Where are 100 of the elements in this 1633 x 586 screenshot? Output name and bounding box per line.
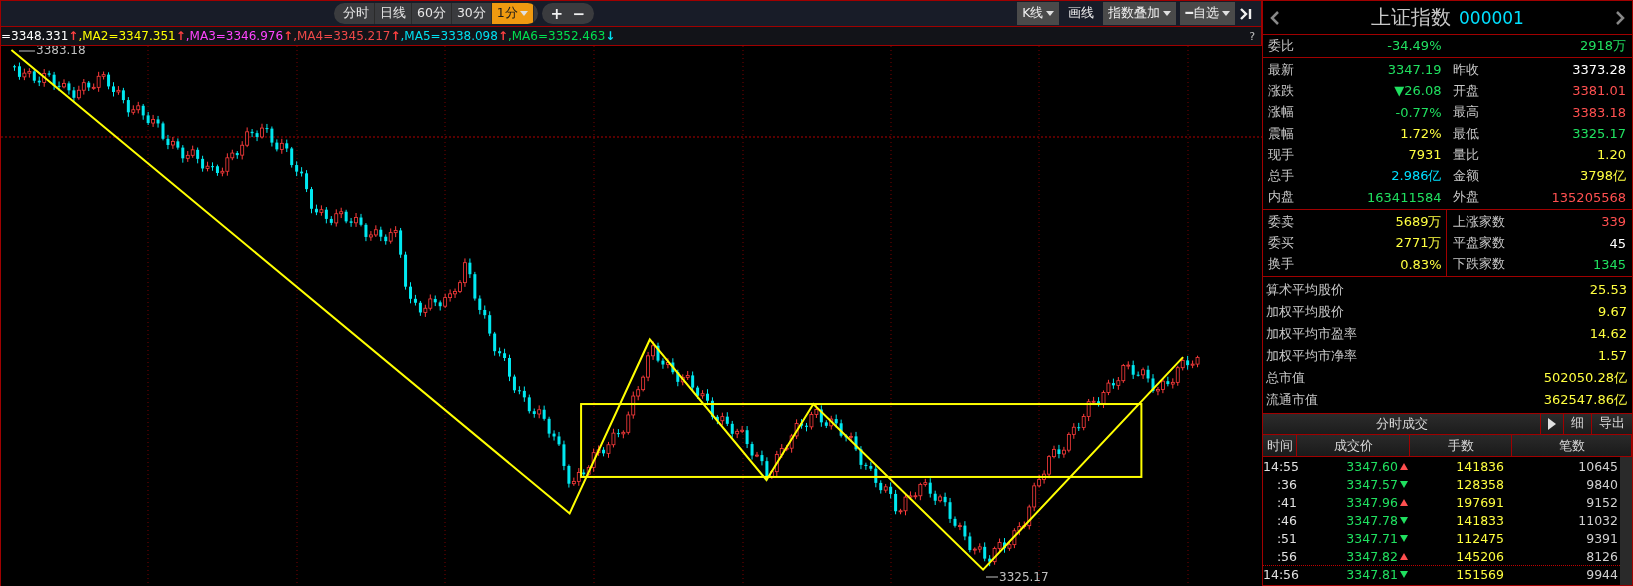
quote-label: 最新	[1268, 60, 1294, 79]
table-cell-text: 9391	[1585, 530, 1619, 546]
stat-value: 25.53	[1589, 282, 1627, 298]
table-cell: 14:56	[1263, 566, 1297, 582]
zoom-in-button[interactable]: +	[545, 3, 568, 24]
collapse-panel-icon[interactable]	[1239, 6, 1253, 21]
quote-value: -34.49%	[1387, 38, 1442, 54]
quote-label: 最高	[1452, 103, 1479, 122]
stat-label: 加权平均市净率	[1266, 346, 1357, 365]
period-tab[interactable]: 日线	[375, 3, 412, 24]
chevron-right-icon[interactable]	[1614, 9, 1626, 26]
caret-icon	[519, 11, 528, 16]
quote-value: 0.83%	[1400, 256, 1442, 272]
export-button[interactable]: 导出	[1591, 413, 1632, 434]
stat-value: 502050.28亿	[1543, 368, 1627, 387]
table-cell: 3347.78	[1346, 512, 1398, 528]
stat-value: 1.57	[1598, 348, 1627, 364]
period-tab[interactable]: 30分	[451, 3, 492, 24]
quote-label: 委买	[1268, 234, 1294, 252]
quote-label: 委卖	[1268, 212, 1294, 231]
quote-label: 金额	[1452, 167, 1479, 186]
index-code: 000001	[1459, 8, 1524, 28]
down-triangle-icon	[1400, 570, 1408, 578]
quote-value: 1345	[1592, 256, 1626, 272]
table-cell-text: :56	[1275, 548, 1297, 564]
help-icon[interactable]: ?	[1249, 29, 1255, 43]
quote-value: 7931	[1408, 147, 1442, 163]
table-cell-text: 141836	[1455, 458, 1505, 474]
toolbar-button[interactable]: ━自选	[1180, 2, 1235, 25]
quote-value: 1.20	[1597, 147, 1626, 163]
table-cell: 14:55	[1263, 458, 1297, 474]
zoom-out-button[interactable]: −	[567, 3, 590, 24]
up-triangle-icon	[1400, 552, 1408, 560]
trend-arrow: ↑	[497, 29, 508, 43]
scrollbar[interactable]	[1620, 456, 1632, 585]
quote-label: 下跌家数	[1452, 255, 1505, 274]
down-triangle-icon	[1400, 480, 1408, 488]
quote-value: 339	[1601, 214, 1626, 230]
up-triangle-icon	[1400, 462, 1408, 470]
quote-label: 委比	[1268, 36, 1294, 55]
table-cell: 3347.60	[1346, 458, 1398, 474]
table-cell-text: 197691	[1455, 494, 1505, 510]
leader-line	[985, 576, 999, 578]
period-tab[interactable]: 分时	[338, 3, 375, 24]
table-cell: 3347.71	[1346, 530, 1398, 546]
price-label: 3325.17	[999, 570, 1049, 584]
table-cell-text: :36	[1275, 476, 1297, 492]
quote-value: 163411584	[1367, 189, 1442, 205]
period-tab[interactable]: 1分	[491, 3, 534, 24]
quote-label: 最低	[1452, 124, 1479, 143]
quote-label: 上涨家数	[1452, 212, 1505, 231]
table-cell-text: 9840	[1585, 476, 1619, 492]
column-header: 成交价	[1297, 434, 1410, 456]
trend-arrow: ↑	[283, 29, 294, 43]
chevron-left-icon[interactable]	[1269, 9, 1281, 26]
quote-label: 总手	[1268, 167, 1294, 186]
quote-value: 3347.19	[1387, 62, 1442, 78]
toolbar-button[interactable]: 画线	[1063, 2, 1100, 25]
detail-button[interactable]: 细	[1563, 413, 1591, 434]
ma-value: =3348.331	[1, 29, 69, 43]
ma-value: ,MA6=3352.463	[507, 29, 606, 43]
stat-label: 总市值	[1266, 368, 1305, 387]
quote-value: 1.72%	[1400, 126, 1442, 142]
table-cell-text: 151569	[1455, 566, 1505, 582]
quote-value: ▼26.08	[1394, 83, 1442, 99]
quote-label: 外盘	[1452, 188, 1479, 207]
period-tab[interactable]: 60分	[412, 3, 452, 24]
column-header: 时间	[1263, 434, 1297, 456]
table-cell-text: 8126	[1585, 548, 1619, 564]
quote-label: 涨跌	[1268, 81, 1294, 100]
table-cell-text: 112475	[1455, 530, 1505, 546]
ma-value: ,MA5=3338.098	[400, 29, 498, 43]
caret-icon	[1163, 11, 1172, 16]
leader-line	[18, 50, 36, 52]
trend-arrow: ↑	[175, 29, 186, 43]
column-header: 笔数	[1512, 434, 1632, 456]
stat-label: 加权平均市盈率	[1266, 324, 1357, 343]
quote-label: 震幅	[1268, 124, 1294, 143]
stat-value: 14.62	[1589, 326, 1627, 342]
quote-value: -0.77%	[1395, 104, 1442, 120]
stat-label: 流通市值	[1266, 390, 1318, 409]
stat-value: 9.67	[1598, 304, 1627, 320]
column-header: 手数	[1410, 434, 1512, 456]
stat-label: 算术平均股价	[1266, 280, 1344, 299]
panel-title: 分时成交	[1374, 414, 1429, 433]
caret-icon	[1222, 11, 1230, 16]
table-cell-text: :51	[1275, 530, 1297, 546]
ma-value: ,MA2=3347.351	[78, 29, 176, 43]
table-cell-text: 11032	[1577, 512, 1619, 528]
table-cell-text: 141833	[1455, 512, 1505, 528]
quote-label: 现手	[1268, 145, 1294, 164]
toolbar-button[interactable]: K线	[1017, 2, 1060, 25]
table-cell-text: 128358	[1455, 476, 1505, 492]
up-triangle-icon	[1400, 498, 1408, 506]
trend-arrow: ↓	[605, 29, 616, 43]
toolbar-button[interactable]: 指数叠加	[1103, 2, 1177, 25]
quote-label: 昨收	[1452, 60, 1479, 79]
quote-value: 3383.18	[1572, 104, 1626, 120]
trend-arrow: ↑	[390, 29, 401, 43]
table-cell-text: 145206	[1455, 548, 1505, 564]
